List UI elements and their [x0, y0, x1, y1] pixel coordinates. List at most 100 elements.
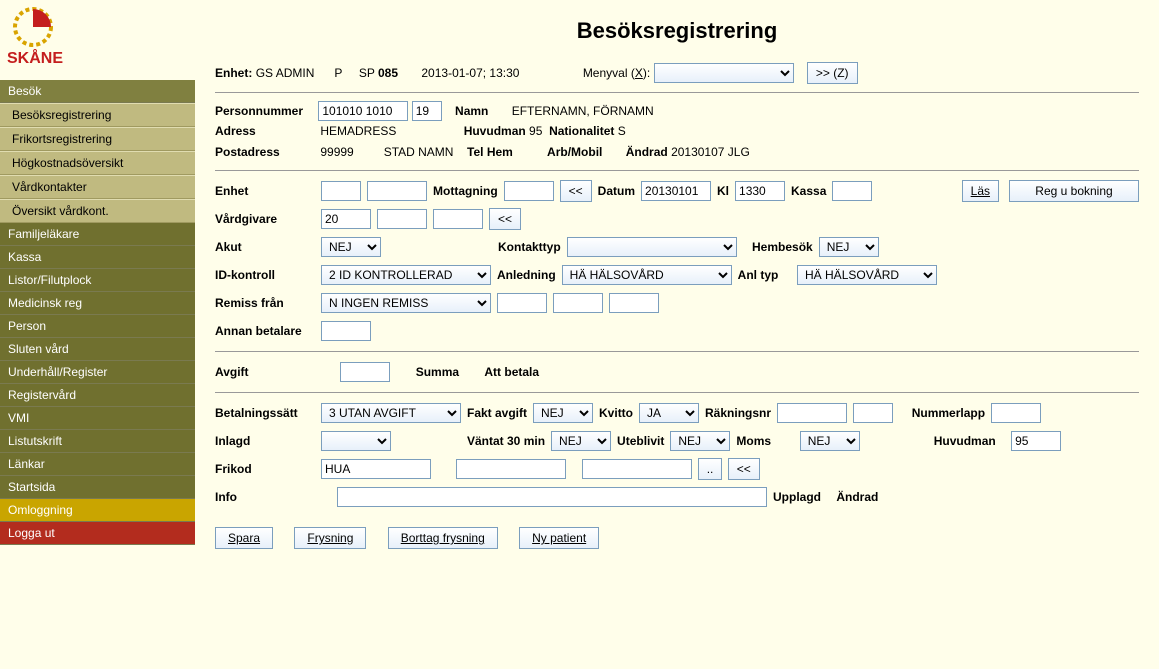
pn-label: Personnummer	[215, 101, 315, 121]
frikod-browse-button[interactable]: ..	[698, 458, 722, 480]
enhet-label: Enhet:	[215, 66, 252, 80]
personnummer-century-input[interactable]	[412, 101, 442, 121]
uteblivit-select[interactable]: NEJ	[670, 431, 730, 451]
anledning-select[interactable]: HÄ HÄLSOVÅRD	[562, 265, 732, 285]
nav-lankar[interactable]: Länkar	[0, 453, 195, 476]
personnummer-input[interactable]	[318, 101, 408, 121]
nummerlapp-input[interactable]	[991, 403, 1041, 423]
nav-listutskrift[interactable]: Listutskrift	[0, 430, 195, 453]
nav-underhall-register[interactable]: Underhåll/Register	[0, 361, 195, 384]
header-sp-val: 085	[378, 66, 398, 80]
nav-startsida[interactable]: Startsida	[0, 476, 195, 499]
las-button[interactable]: Läs	[962, 180, 999, 202]
ny-patient-button[interactable]: Ny patient	[519, 527, 599, 549]
kvitto-select[interactable]: JA	[639, 403, 699, 423]
nav-sub-frikortsregistrering[interactable]: Frikortsregistrering	[0, 127, 195, 151]
summa-label: Summa	[416, 365, 459, 379]
moms-select[interactable]: NEJ	[800, 431, 860, 451]
hembesok-select[interactable]: NEJ	[819, 237, 879, 257]
nav-section-besok[interactable]: Besök	[0, 80, 195, 103]
frikod-input-1[interactable]	[321, 459, 431, 479]
nav-medicinsk-reg[interactable]: Medicinsk reg	[0, 292, 195, 315]
anledning-label: Anledning	[497, 268, 556, 282]
nav-listor-filutplock[interactable]: Listor/Filutplock	[0, 269, 195, 292]
frikod-input-2[interactable]	[456, 459, 566, 479]
frikod-label: Frikod	[215, 462, 315, 476]
nav-vmi[interactable]: VMI	[0, 407, 195, 430]
vardgivare-prev-button[interactable]: <<	[489, 208, 521, 230]
frikod-prev-button[interactable]: <<	[728, 458, 760, 480]
rakningsnr-input-1[interactable]	[777, 403, 847, 423]
info-label: Info	[215, 490, 315, 504]
vardgivare-input-2[interactable]	[377, 209, 427, 229]
idkontroll-select[interactable]: 2 ID KONTROLLERAD	[321, 265, 491, 285]
reg-u-bokning-button[interactable]: Reg u bokning	[1009, 180, 1139, 202]
borttag-frysning-button[interactable]: Borttag frysning	[388, 527, 498, 549]
nav-omloggning[interactable]: Omloggning	[0, 499, 195, 522]
nav-kassa[interactable]: Kassa	[0, 246, 195, 269]
upplagd-label: Upplagd	[773, 490, 821, 504]
attbetala-label: Att betala	[484, 365, 539, 379]
info-input[interactable]	[337, 487, 767, 507]
spara-button[interactable]: Spara	[215, 527, 273, 549]
nav-sub-besoksregistrering[interactable]: Besöksregistrering	[0, 103, 195, 127]
nav-sub-oversikt-vardkont[interactable]: Översikt vårdkont.	[0, 199, 195, 223]
menyval-label: Menyval (X):	[583, 66, 650, 80]
frikod-input-3[interactable]	[582, 459, 692, 479]
anltyp-label: Anl typ	[738, 268, 779, 282]
frysning-button[interactable]: Frysning	[294, 527, 366, 549]
kassa-input[interactable]	[832, 181, 872, 201]
vardgivare-input-1[interactable]	[321, 209, 371, 229]
huvudman-label: Huvudman	[464, 121, 526, 141]
remiss-input-3[interactable]	[609, 293, 659, 313]
adress-label: Adress	[215, 121, 317, 141]
menyval-go-button[interactable]: >> (Z)	[807, 62, 858, 84]
nav-familjelakare[interactable]: Familjeläkare	[0, 223, 195, 246]
kassa-label: Kassa	[791, 184, 826, 198]
nav-sub-hogkostnadsoversikt[interactable]: Högkostnadsöversikt	[0, 151, 195, 175]
menyval-select[interactable]	[654, 63, 794, 83]
enhet-value: GS ADMIN	[256, 66, 315, 80]
kvitto-label: Kvitto	[599, 406, 633, 420]
avgift-label: Avgift	[215, 365, 315, 379]
avgift-input[interactable]	[340, 362, 390, 382]
logo-region-skane: SKÅNE	[0, 0, 195, 80]
telhem-label: Tel Hem	[467, 142, 527, 162]
postnr-value: 99999	[320, 142, 380, 162]
remiss-input-1[interactable]	[497, 293, 547, 313]
betalningssatt-select[interactable]: 3 UTAN AVGIFT	[321, 403, 461, 423]
mottagning-input[interactable]	[504, 181, 554, 201]
remiss-label: Remiss från	[215, 296, 315, 310]
nav-registervard[interactable]: Registervård	[0, 384, 195, 407]
main-content: Besöksregistrering Enhet: GS ADMIN P SP …	[195, 0, 1159, 669]
nav-sub-vardkontakter[interactable]: Vårdkontakter	[0, 175, 195, 199]
kontakttyp-select[interactable]	[567, 237, 737, 257]
remiss-select[interactable]: N INGEN REMISS	[321, 293, 491, 313]
nationalitet-label: Nationalitet	[549, 121, 614, 141]
huvudman-value: 95	[529, 121, 542, 141]
enhet-input-2[interactable]	[367, 181, 427, 201]
nav-person[interactable]: Person	[0, 315, 195, 338]
mottagning-prev-button[interactable]: <<	[560, 180, 592, 202]
annan-betalare-input[interactable]	[321, 321, 371, 341]
akut-select[interactable]: NEJ	[321, 237, 381, 257]
kl-input[interactable]	[735, 181, 785, 201]
anltyp-select[interactable]: HÄ HÄLSOVÅRD	[797, 265, 937, 285]
vantat-select[interactable]: NEJ	[551, 431, 611, 451]
rakningsnr-input-2[interactable]	[853, 403, 893, 423]
datum-input[interactable]	[641, 181, 711, 201]
vardgivare-input-3[interactable]	[433, 209, 483, 229]
namn-label: Namn	[455, 101, 488, 121]
remiss-input-2[interactable]	[553, 293, 603, 313]
kontakttyp-label: Kontakttyp	[498, 240, 561, 254]
page-title: Besöksregistrering	[215, 18, 1139, 44]
huvudman2-input[interactable]	[1011, 431, 1061, 451]
faktavgift-select[interactable]: NEJ	[533, 403, 593, 423]
mottagning-label: Mottagning	[433, 184, 498, 198]
nav-logga-ut[interactable]: Logga ut	[0, 522, 195, 545]
nav-sluten-vard[interactable]: Sluten vård	[0, 338, 195, 361]
header-sp: SP	[359, 66, 375, 80]
enhet-input-1[interactable]	[321, 181, 361, 201]
inlagd-select[interactable]	[321, 431, 391, 451]
header-p: P	[334, 66, 342, 80]
